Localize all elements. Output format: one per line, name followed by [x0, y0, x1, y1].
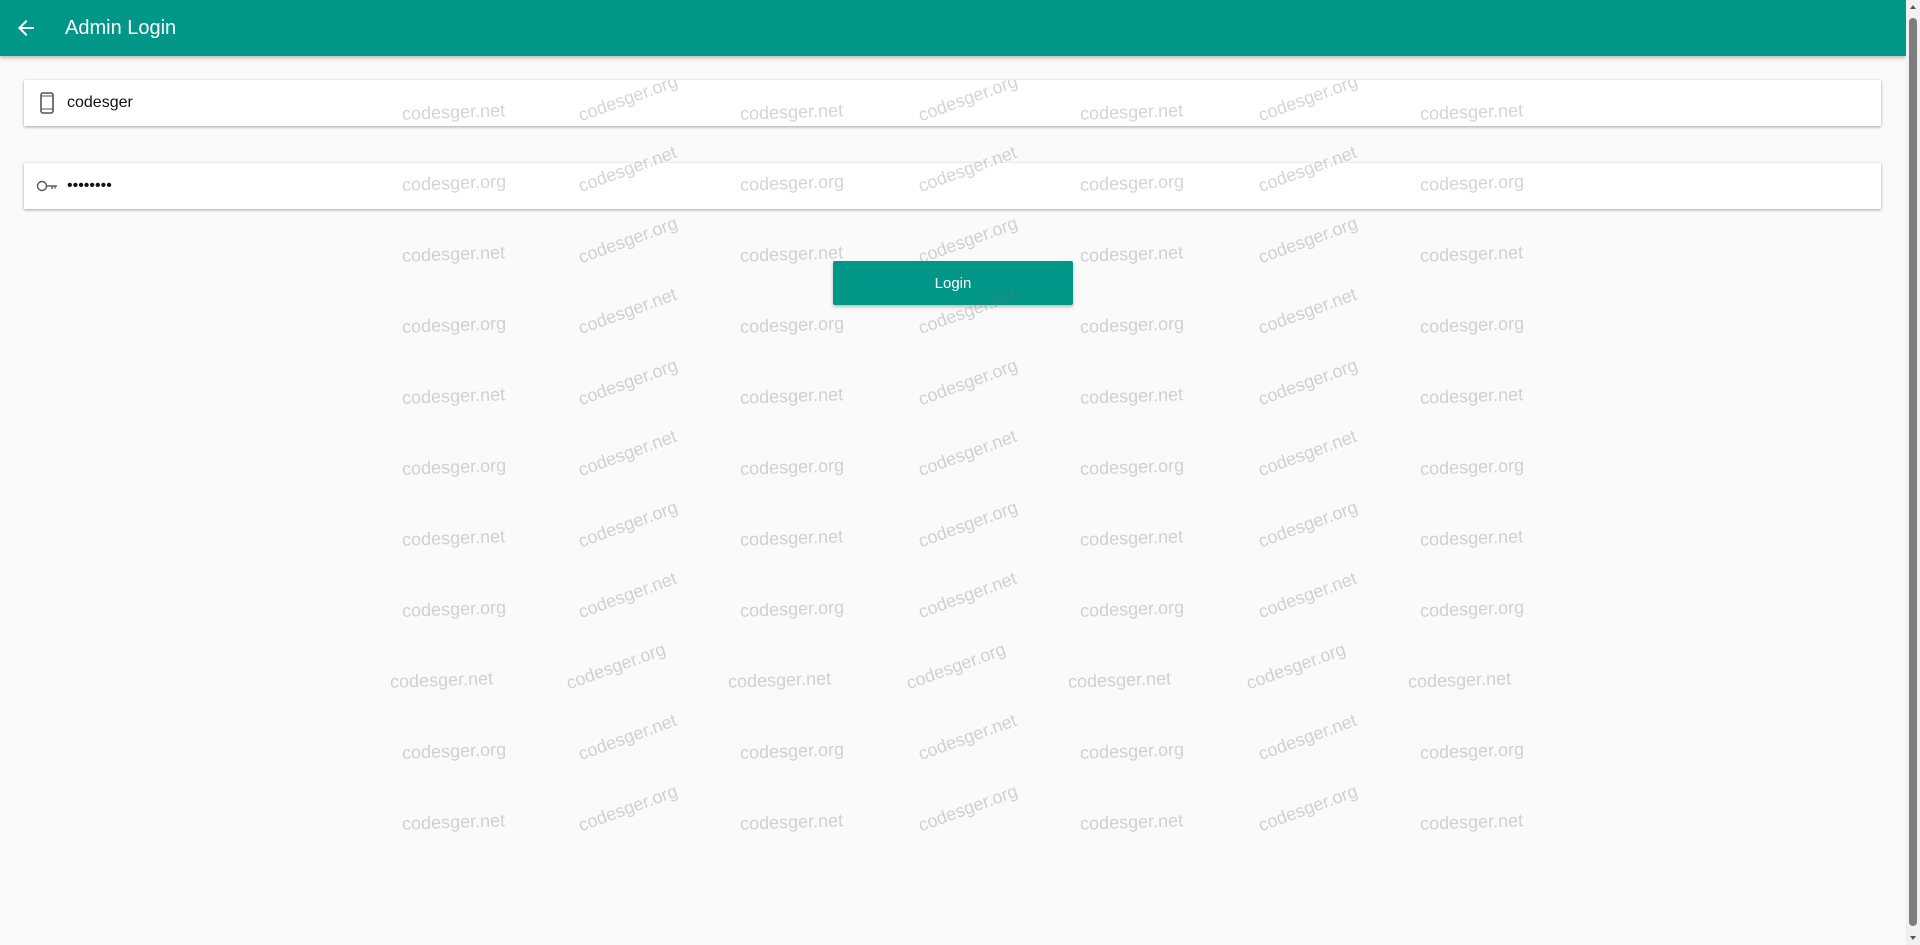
app-root: Admin Login Login codesger.net codesger.o…: [0, 0, 1920, 945]
watermark-text: codesger.net: [915, 568, 1020, 623]
watermark-text: codesger.net: [1079, 810, 1184, 834]
watermark-text: codesger.net: [1419, 526, 1524, 550]
watermark-text: codesger.net: [1419, 810, 1524, 834]
arrow-left-icon: [18, 20, 34, 36]
watermark-text: codesger.org: [1079, 455, 1185, 479]
watermark-text: codesger.net: [1067, 668, 1172, 692]
watermark-text: codesger.org: [401, 739, 507, 763]
watermark-text: codesger.org: [1419, 313, 1525, 337]
watermark-text: codesger.net: [1255, 568, 1360, 623]
watermark-text: codesger.org: [1255, 354, 1361, 410]
watermark-text: codesger.net: [401, 526, 506, 550]
watermark-text: codesger.net: [739, 810, 844, 834]
key-icon: [34, 173, 60, 199]
watermark-text: codesger.net: [739, 384, 844, 408]
watermark-text: codesger.net: [1255, 710, 1360, 765]
scrollbar[interactable]: [1906, 0, 1920, 945]
watermark-text: codesger.org: [401, 313, 507, 337]
watermark-text: codesger.net: [401, 242, 506, 266]
watermark-text: codesger.net: [1407, 668, 1512, 692]
watermark-text: codesger.org: [739, 597, 845, 621]
scroll-down-icon[interactable]: [1906, 931, 1920, 945]
watermark-text: codesger.net: [1255, 284, 1360, 339]
watermark-text: codesger.net: [915, 426, 1020, 481]
watermark-text: codesger.org: [1419, 739, 1525, 763]
watermark-text: codesger.org: [915, 780, 1021, 836]
watermark-text: codesger.org: [401, 597, 507, 621]
watermark-text: codesger.org: [915, 354, 1021, 410]
watermark-text: codesger.net: [1419, 384, 1524, 408]
watermark-text: codesger.net: [389, 668, 494, 692]
watermark-text: codesger.org: [563, 638, 669, 694]
watermark-text: codesger.org: [1079, 739, 1185, 763]
watermark-text: codesger.net: [401, 810, 506, 834]
watermark-text: codesger.org: [575, 354, 681, 410]
phone-icon: [34, 90, 60, 116]
watermark-text: codesger.org: [1419, 455, 1525, 479]
watermark-text: codesger.net: [575, 284, 680, 339]
watermark-text: codesger.net: [575, 426, 680, 481]
watermark-text: codesger.org: [739, 313, 845, 337]
watermark-text: codesger.org: [739, 455, 845, 479]
watermark-text: codesger.net: [575, 710, 680, 765]
watermark-text: codesger.net: [915, 710, 1020, 765]
watermark-text: codesger.org: [1255, 212, 1361, 268]
password-field: [24, 163, 1881, 209]
watermark-text: codesger.net: [1079, 526, 1184, 550]
watermark-text: codesger.org: [915, 212, 1021, 268]
password-input[interactable]: [67, 177, 1767, 195]
watermark-text: codesger.org: [1079, 313, 1185, 337]
watermark-text: codesger.org: [1079, 597, 1185, 621]
watermark-text: codesger.org: [575, 212, 681, 268]
page-title: Admin Login: [65, 16, 177, 39]
login-button[interactable]: Login: [833, 261, 1073, 305]
watermark-text: codesger.org: [575, 780, 681, 836]
username-field: [24, 80, 1881, 126]
watermark-text: codesger.org: [1255, 496, 1361, 552]
scroll-up-icon[interactable]: [1906, 0, 1920, 14]
watermark-text: codesger.org: [739, 739, 845, 763]
watermark-text: codesger.org: [575, 496, 681, 552]
watermark-text: codesger.net: [1419, 242, 1524, 266]
app-header: Admin Login: [0, 0, 1906, 56]
watermark-text: codesger.net: [727, 668, 832, 692]
watermark-text: codesger.org: [401, 455, 507, 479]
watermark-text: codesger.org: [1255, 780, 1361, 836]
watermark-text: codesger.org: [1419, 597, 1525, 621]
username-input[interactable]: [67, 94, 1767, 112]
watermark-text: codesger.net: [1079, 242, 1184, 266]
watermark-text: codesger.net: [1255, 426, 1360, 481]
back-button[interactable]: [2, 4, 50, 52]
watermark-text: codesger.net: [739, 526, 844, 550]
watermark-text: codesger.net: [739, 242, 844, 266]
watermark-text: codesger.org: [903, 638, 1009, 694]
watermark-text: codesger.net: [1079, 384, 1184, 408]
watermark-text: codesger.net: [575, 568, 680, 623]
watermark-text: codesger.net: [401, 384, 506, 408]
watermark-text: codesger.org: [1243, 638, 1349, 694]
scroll-thumb[interactable]: [1909, 18, 1917, 926]
watermark-text: codesger.org: [915, 496, 1021, 552]
